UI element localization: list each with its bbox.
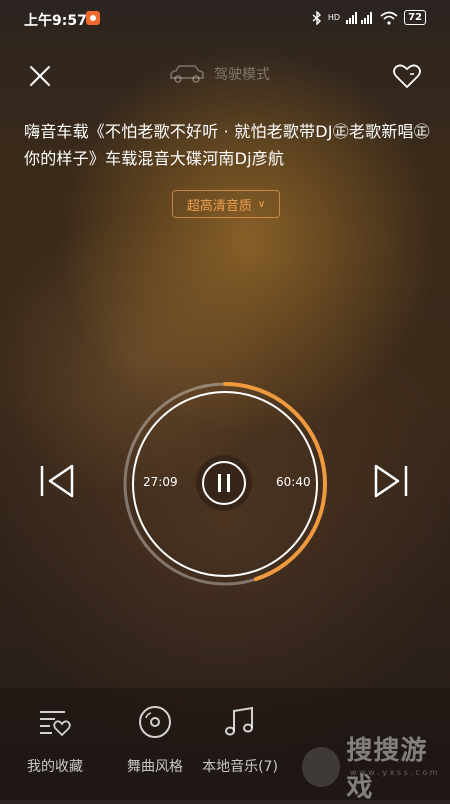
next-track-icon[interactable] [372,462,410,500]
current-time: 27:09 [143,475,178,489]
status-bar: 上午9:57 HD 72 [0,0,450,38]
previous-track-icon[interactable] [38,462,76,500]
nav-label-local-music: 本地音乐(7) [202,759,278,775]
player-header: 驾驶模式 [0,50,450,100]
favorites-list-icon [40,711,71,737]
pause-button[interactable] [196,455,252,511]
nav-label-favorites: 我的收藏 [27,759,83,775]
disc-icon [139,706,171,738]
drive-mode-label: 驾驶模式 [214,67,270,83]
drive-mode-button[interactable]: 驾驶模式 [168,63,270,85]
status-icons: HD 72 [312,10,426,25]
close-icon[interactable] [28,64,52,88]
car-icon [170,65,204,83]
signal-icon [346,11,373,24]
watermark: 搜搜游戏 w w w . y x s s . c o m [302,730,450,804]
nav-item-favorites[interactable]: 我的收藏 [5,704,105,776]
watermark-logo [302,747,341,787]
wifi-icon [380,11,398,25]
signal-label: HD [327,13,341,22]
pause-icon [202,461,246,505]
nav-item-local-music[interactable]: 本地音乐(7) [190,704,290,776]
watermark-text: 搜搜游戏 [346,736,428,803]
favorite-heart-icon[interactable] [392,62,422,90]
battery-indicator: 72 [404,10,426,25]
status-time: 上午9:57 [24,13,87,29]
music-note-icon [225,706,253,736]
chevron-down-icon: ∨ [257,198,266,210]
app-notification-icon [86,11,100,25]
song-title: 嗨音车载《不怕老歌不好听 · 就怕老歌带DJ㊣老歌新唱㊣你的样子》车载混音大碟河… [24,122,430,168]
watermark-url: w w w . y x s s . c o m [350,768,438,777]
bluetooth-icon [312,10,321,25]
quality-label: 超高清音质 [186,198,252,214]
total-time: 60:40 [276,475,311,489]
quality-selector[interactable]: 超高清音质 ∨ [172,190,280,218]
